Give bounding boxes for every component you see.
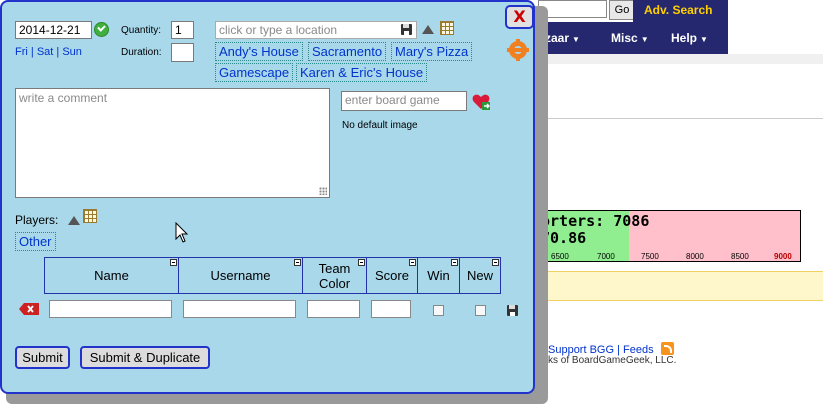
- remove-column-icon[interactable]: [170, 259, 177, 266]
- player-score-input[interactable]: [371, 300, 411, 318]
- duration-label: Duration:: [121, 47, 162, 58]
- floppy-icon: [507, 305, 518, 316]
- player-win-checkbox[interactable]: [433, 305, 444, 316]
- footer-copyright: ks of BoardGameGeek, LLC.: [548, 355, 677, 366]
- gauge-tick: 8000: [686, 252, 704, 261]
- player-username-input[interactable]: [183, 300, 296, 318]
- rss-icon[interactable]: [660, 342, 674, 355]
- gauge-tick: 7000: [597, 252, 615, 261]
- players-collapse-icon[interactable]: [68, 216, 80, 225]
- remove-column-icon[interactable]: [451, 259, 458, 266]
- column-label: Name: [94, 268, 129, 283]
- nav-menu-misc[interactable]: Misc ▼: [611, 31, 649, 45]
- board-game-placeholder: enter board game: [345, 93, 440, 107]
- gauge-tick-goal: 9000: [774, 252, 792, 261]
- column-header-team-color: Team Color: [302, 257, 367, 294]
- gear-icon[interactable]: [507, 41, 529, 59]
- delete-row-icon[interactable]: [19, 303, 39, 315]
- day-link-sun[interactable]: Sun: [62, 46, 82, 58]
- caret-down-icon: ▼: [572, 35, 580, 44]
- resize-grip-icon[interactable]: [319, 187, 327, 195]
- column-header-score: Score: [366, 257, 418, 294]
- save-row-icon[interactable]: [507, 305, 518, 316]
- close-button[interactable]: X: [505, 5, 534, 29]
- check-icon: [94, 22, 109, 37]
- location-chip-sacramento[interactable]: Sacramento: [308, 42, 387, 61]
- duration-field[interactable]: [171, 43, 194, 62]
- remove-column-icon[interactable]: [294, 259, 301, 266]
- column-label: Score: [375, 268, 409, 283]
- location-table-icon[interactable]: [440, 21, 454, 35]
- player-team-color-input[interactable]: [307, 300, 360, 318]
- column-header-new: New: [459, 257, 501, 294]
- mouse-cursor-icon: [175, 222, 189, 243]
- collapse-arrow-icon[interactable]: [422, 25, 434, 34]
- column-header-username: Username: [178, 257, 303, 294]
- column-label: Team Color: [318, 260, 351, 291]
- caret-down-icon: ▼: [640, 35, 649, 44]
- location-chip-karen-erics-house[interactable]: Karen & Eric's House: [296, 63, 428, 82]
- day-separator: |: [30, 46, 34, 58]
- quantity-field[interactable]: 1: [171, 21, 194, 39]
- date-field[interactable]: 2014-12-21: [15, 21, 92, 39]
- adv-search-link[interactable]: Adv. Search: [644, 3, 712, 17]
- location-chip-andys-house[interactable]: Andy's House: [215, 42, 303, 61]
- heart-add-icon[interactable]: [472, 93, 490, 111]
- notice-banner: [538, 271, 823, 301]
- no-default-image-text: No default image: [342, 120, 418, 131]
- day-separator: |: [56, 46, 60, 58]
- column-label: New: [466, 268, 493, 283]
- background-divider: [540, 118, 823, 119]
- gauge-tick: 6500: [551, 252, 569, 261]
- supporters-count: orters: 7086: [541, 212, 650, 230]
- other-player-chip[interactable]: Other: [15, 232, 56, 251]
- day-links: Fri | Sat | Sun: [15, 46, 82, 58]
- comment-textarea[interactable]: write a comment: [15, 88, 330, 198]
- players-label: Players:: [15, 213, 59, 227]
- column-label: Username: [210, 268, 271, 283]
- players-table-icon[interactable]: [83, 209, 97, 223]
- submit-duplicate-button[interactable]: Submit & Duplicate: [80, 346, 210, 369]
- column-header-win: Win: [417, 257, 460, 294]
- remove-column-icon[interactable]: [358, 259, 365, 266]
- remove-column-icon[interactable]: [409, 259, 416, 266]
- nav-menu-bazaar[interactable]: zaar ▼: [545, 31, 580, 45]
- location-chip-marys-pizza[interactable]: Mary's Pizza: [391, 42, 473, 61]
- adv-search-bar: Adv. Search: [633, 0, 728, 22]
- nav-menu-help[interactable]: Help ▼: [671, 31, 708, 45]
- background-navbar: zaar ▼ Misc ▼ Help ▼: [538, 22, 728, 54]
- column-label: Win: [427, 268, 450, 283]
- location-chip-gamescape[interactable]: Gamescape: [215, 63, 294, 82]
- quantity-label: Quantity:: [121, 25, 162, 36]
- save-location-icon[interactable]: [401, 24, 412, 35]
- footer-links: Support BGG | Feeds: [548, 342, 674, 356]
- column-header-name: Name: [44, 257, 179, 294]
- go-button[interactable]: Go: [609, 0, 635, 20]
- board-game-input[interactable]: enter board game: [341, 91, 467, 111]
- comment-placeholder: write a comment: [19, 91, 108, 105]
- day-link-sat[interactable]: Sat: [37, 46, 54, 58]
- location-input[interactable]: click or type a location: [215, 21, 417, 39]
- day-link-fri[interactable]: Fri: [15, 46, 28, 58]
- caret-down-icon: ▼: [700, 35, 708, 44]
- remove-column-icon[interactable]: [492, 259, 499, 266]
- gauge-tick: 8500: [731, 252, 749, 261]
- player-new-checkbox[interactable]: [475, 305, 486, 316]
- gauge-tick: 7500: [641, 252, 659, 261]
- background-search-input[interactable]: [538, 0, 607, 18]
- location-placeholder: click or type a location: [219, 23, 338, 37]
- submit-button[interactable]: Submit: [15, 346, 70, 369]
- player-name-input[interactable]: [49, 300, 172, 318]
- background-strip: [538, 54, 823, 64]
